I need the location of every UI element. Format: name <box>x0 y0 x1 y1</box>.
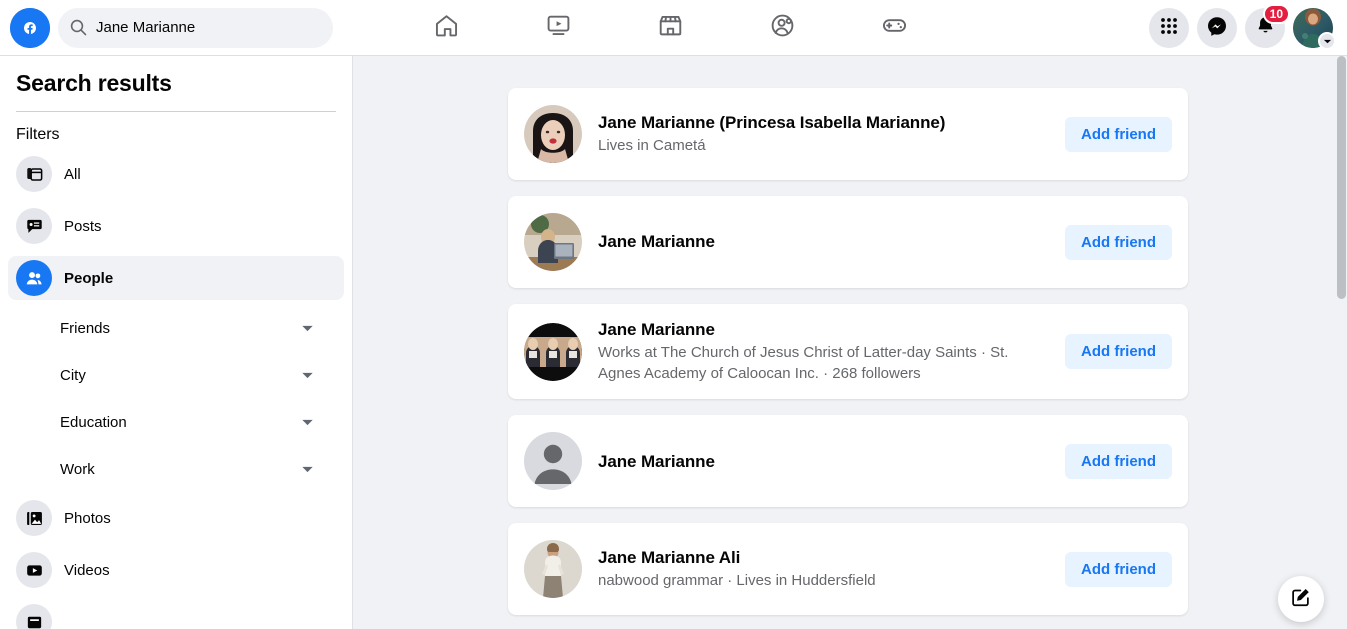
scrollbar-thumb[interactable] <box>1337 56 1346 299</box>
pages-icon <box>16 604 52 629</box>
page-title: Search results <box>16 70 172 96</box>
sidebar-filter-label: City <box>60 366 86 384</box>
search-icon <box>70 19 87 36</box>
video-icon <box>545 12 572 44</box>
sidebar-item-label: Photos <box>64 509 111 527</box>
marketplace-icon <box>657 12 684 44</box>
result-row[interactable]: Jane Marianne Ali nabwood grammar · Live… <box>508 523 1188 616</box>
add-friend-button[interactable]: Add friend <box>1065 116 1172 152</box>
result-subtitle: nabwood grammar · Lives in Huddersfield <box>598 572 876 590</box>
result-subtitle: Works at The Church of Jesus Christ of L… <box>598 344 1009 383</box>
posts-bubble-icon <box>16 208 52 244</box>
chevron-down-icon <box>301 463 314 476</box>
messenger-button[interactable] <box>1197 8 1237 48</box>
topbar-nav-section <box>390 0 950 55</box>
sidebar-item-label: All <box>64 165 81 183</box>
result-avatar <box>524 105 582 163</box>
filters-heading: Filters <box>16 126 60 143</box>
result-name: Jane Marianne <box>598 451 715 471</box>
add-friend-button[interactable]: Add friend <box>1065 443 1172 479</box>
notifications-badge: 10 <box>1262 4 1290 24</box>
sidebar-item-posts[interactable]: Posts <box>8 204 344 248</box>
result-name: Jane Marianne Ali <box>598 548 741 568</box>
topbar-left-section <box>0 7 333 48</box>
result-info: Jane Marianne (Princesa Isabella Mariann… <box>598 112 1065 156</box>
result-row[interactable]: Jane Marianne Add friend <box>508 415 1188 508</box>
home-icon <box>433 12 460 44</box>
nav-home[interactable] <box>398 4 494 52</box>
people-icon <box>16 260 52 296</box>
search-input[interactable] <box>96 7 321 48</box>
result-name: Jane Marianne <box>598 320 715 339</box>
compose-pencil-icon <box>1290 586 1312 613</box>
result-info: Jane Marianne Works at The Church of Jes… <box>598 319 1065 384</box>
videos-icon <box>16 552 52 588</box>
result-name: Jane Marianne <box>598 232 715 252</box>
add-friend-button[interactable]: Add friend <box>1065 334 1172 370</box>
nav-groups[interactable] <box>734 4 830 52</box>
result-avatar <box>524 540 582 599</box>
sidebar-filter-label: Friends <box>60 319 111 337</box>
result-row[interactable]: Jane Marianne Add friend <box>508 196 1188 288</box>
search-results-list: Jane Marianne (Princesa Isabella Mariann… <box>508 88 1188 629</box>
nav-gaming[interactable] <box>846 4 942 52</box>
sidebar-filter-education[interactable]: Education <box>8 402 344 442</box>
search-box[interactable] <box>58 7 333 48</box>
result-subtitle: Lives in Cametá <box>598 137 706 155</box>
result-info: Jane Marianne Ali nabwood grammar · Live… <box>598 547 1065 591</box>
facebook-logo[interactable] <box>10 7 50 48</box>
add-friend-button[interactable]: Add friend <box>1065 551 1172 587</box>
sidebar-item-all[interactable]: All <box>8 152 344 196</box>
chevron-down-icon <box>301 322 314 335</box>
left-sidebar: Search results Filters All Posts People … <box>0 56 353 629</box>
chevron-down-icon <box>301 369 314 382</box>
result-avatar-placeholder <box>524 432 582 491</box>
result-avatar <box>524 322 582 381</box>
result-avatar <box>524 213 582 271</box>
result-info: Jane Marianne <box>598 451 1065 472</box>
result-row[interactable]: Jane Marianne Works at The Church of Jes… <box>508 304 1188 400</box>
sidebar-item-videos[interactable]: Videos <box>8 548 344 592</box>
sidebar-filter-work[interactable]: Work <box>8 449 344 489</box>
result-info: Jane Marianne <box>598 231 1065 252</box>
grid-menu-icon <box>1159 16 1179 41</box>
main-results-area: Jane Marianne (Princesa Isabella Mariann… <box>354 56 1333 629</box>
sidebar-filter-label: Work <box>60 460 95 478</box>
all-cards-icon <box>16 156 52 192</box>
sidebar-item-label: Videos <box>64 561 110 579</box>
nav-marketplace[interactable] <box>622 4 718 52</box>
photos-icon <box>16 500 52 536</box>
sidebar-filter-city[interactable]: City <box>8 355 344 395</box>
notifications-button[interactable]: 10 <box>1245 4 1290 48</box>
page-scrollbar[interactable] <box>1333 56 1347 629</box>
menu-button[interactable] <box>1149 8 1189 48</box>
sidebar-item-photos[interactable]: Photos <box>8 496 344 540</box>
top-navigation-bar: 10 <box>0 0 1347 56</box>
sidebar-filter-label: Education <box>60 413 127 431</box>
topbar-right-section: 10 <box>1149 0 1336 56</box>
nav-video[interactable] <box>510 4 606 52</box>
chevron-down-icon <box>1318 32 1336 50</box>
gaming-icon <box>881 12 908 44</box>
result-name: Jane Marianne (Princesa Isabella Mariann… <box>598 112 946 132</box>
sidebar-item-partial[interactable] <box>8 600 344 629</box>
add-friend-button[interactable]: Add friend <box>1065 224 1172 260</box>
groups-icon <box>769 12 796 44</box>
sidebar-item-people[interactable]: People <box>8 256 344 300</box>
result-row[interactable]: Jane Marianne (Princesa Isabella Mariann… <box>508 88 1188 180</box>
sidebar-filter-friends[interactable]: Friends <box>8 308 344 348</box>
chevron-down-icon <box>301 416 314 429</box>
create-post-button[interactable] <box>1278 576 1324 622</box>
sidebar-item-label: Posts <box>64 217 102 235</box>
sidebar-item-label: People <box>64 269 114 287</box>
profile-avatar-button[interactable] <box>1293 8 1336 50</box>
messenger-icon <box>1206 15 1228 42</box>
